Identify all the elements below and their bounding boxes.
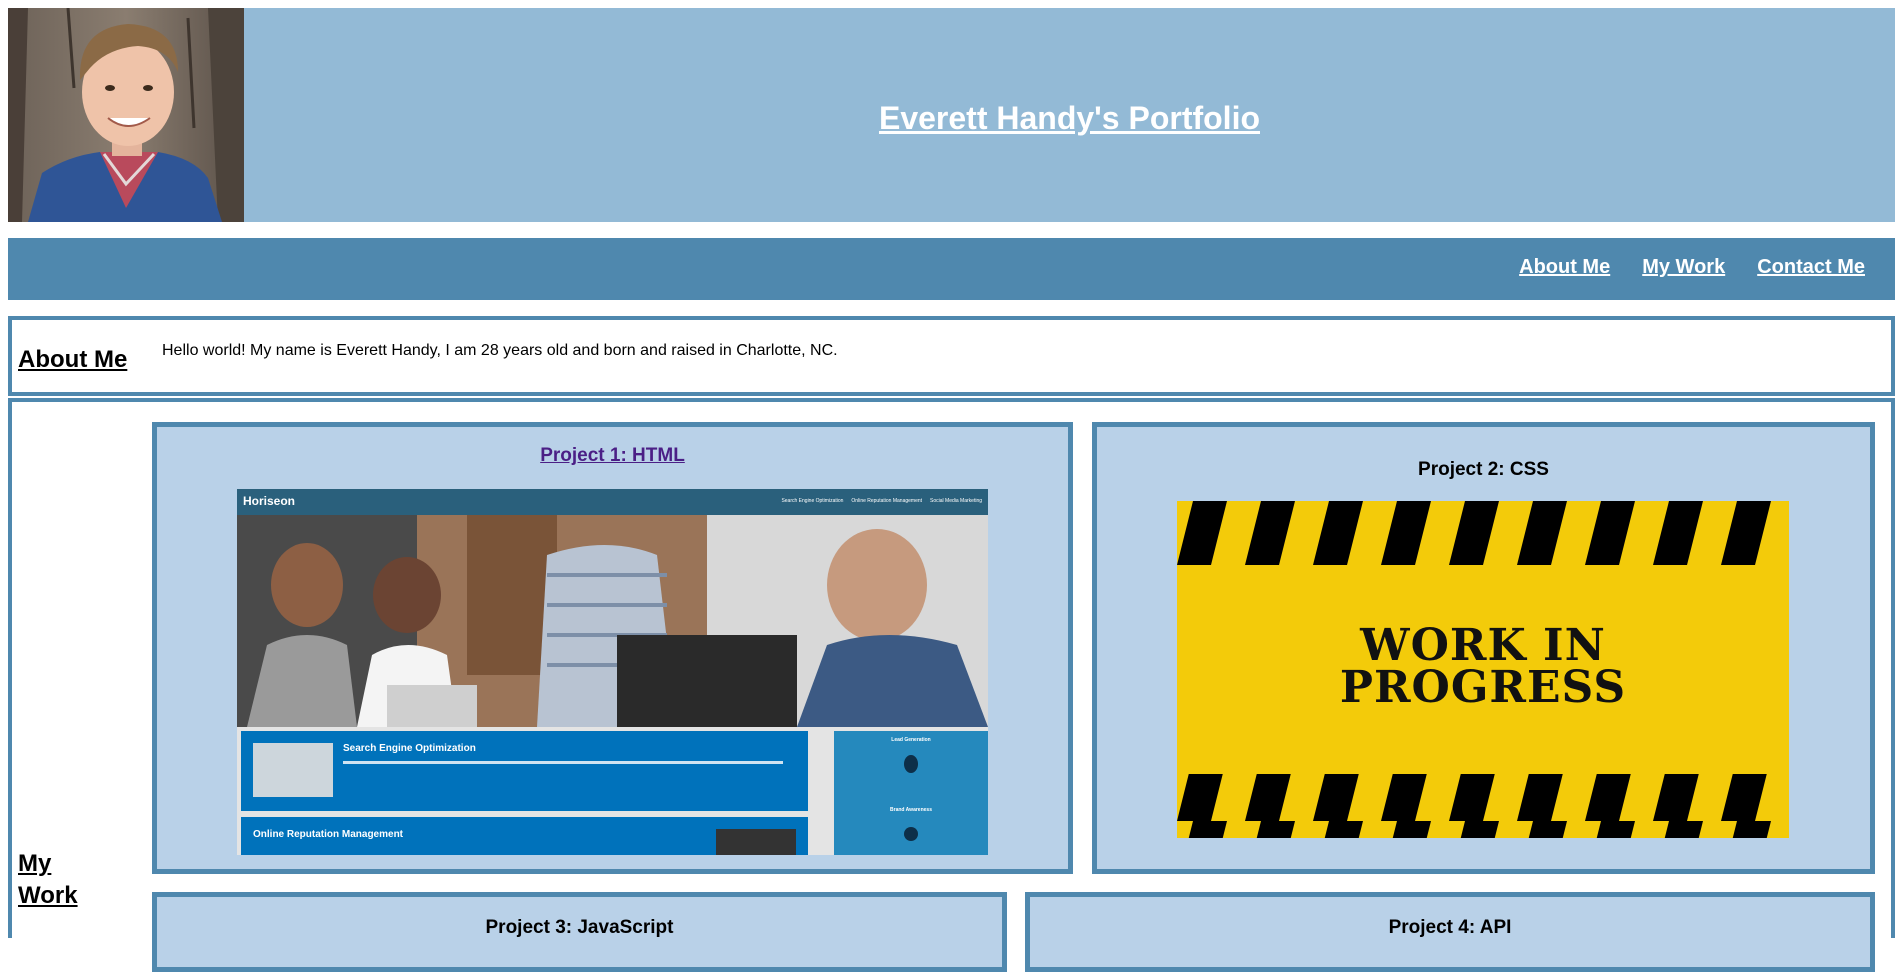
project-card-2: Project 2: CSS WORK IN PROGRESS bbox=[1092, 422, 1875, 874]
nav-link-contact-me[interactable]: Contact Me bbox=[1757, 256, 1865, 279]
nav-link-my-work[interactable]: My Work bbox=[1642, 256, 1725, 279]
project-4-title: Project 4: API bbox=[1388, 917, 1512, 938]
main-nav: About Me My Work Contact Me bbox=[8, 238, 1895, 300]
work-in-progress-image: WORK IN PROGRESS bbox=[1177, 501, 1789, 838]
project-3-title: Project 3: JavaScript bbox=[485, 917, 674, 938]
project-card-1: Project 1: HTML Horiseon Search Engine O… bbox=[152, 422, 1073, 874]
nav-link-about-me[interactable]: About Me bbox=[1519, 256, 1610, 279]
project-1-title[interactable]: Project 1: HTML bbox=[157, 445, 1068, 467]
project-1-screenshot[interactable]: Horiseon Search Engine Optimization Onli… bbox=[237, 489, 988, 855]
project-2-title: Project 2: CSS bbox=[1418, 459, 1549, 480]
work-heading: My Work bbox=[18, 850, 78, 909]
project-card-4: Project 4: API bbox=[1025, 892, 1875, 972]
profile-photo bbox=[8, 8, 244, 222]
work-section: My Work Project 1: HTML Horiseon Search … bbox=[8, 398, 1895, 972]
site-title[interactable]: Everett Handy's Portfolio bbox=[244, 100, 1895, 137]
project-card-3: Project 3: JavaScript bbox=[152, 892, 1007, 972]
about-heading: About Me bbox=[18, 346, 128, 373]
about-text: Hello world! My name is Everett Handy, I… bbox=[162, 342, 838, 359]
about-section: About Me Hello world! My name is Everett… bbox=[8, 316, 1895, 396]
wip-line-2: PROGRESS bbox=[1339, 662, 1627, 713]
site-header: Everett Handy's Portfolio bbox=[8, 8, 1895, 222]
